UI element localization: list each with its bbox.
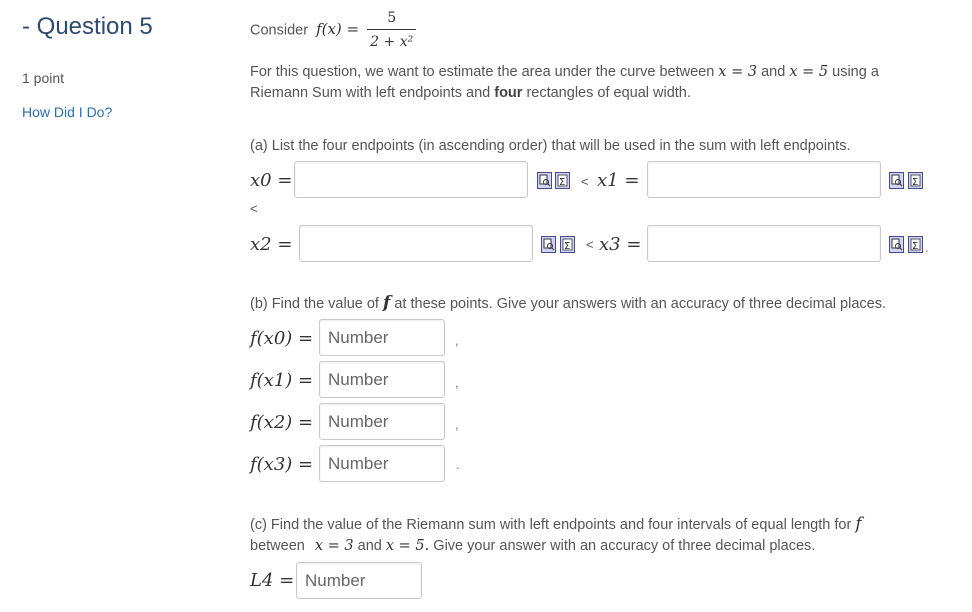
x1-input[interactable] [647, 161, 881, 198]
f-x1-input[interactable] [319, 361, 445, 398]
function-definition: Consider f(x) = 5 2 + x² [250, 8, 417, 53]
separator: , [455, 417, 459, 432]
description-text: Riemann Sum with left endpoints and [250, 85, 495, 101]
prompt-text: between [250, 538, 309, 554]
math-x-5: x = 5. [385, 538, 430, 554]
f-x3-input[interactable] [319, 445, 445, 482]
preview-icon[interactable] [541, 236, 556, 253]
function-fraction: 5 2 + x² [367, 8, 417, 53]
f-x3-label: f(x3) = [250, 454, 314, 475]
sigma-icon[interactable]: Σ [908, 236, 923, 253]
svg-text:Σ: Σ [559, 177, 565, 188]
sigma-icon[interactable]: Σ [908, 172, 923, 189]
function-denominator: 2 + x² [367, 29, 417, 53]
x0-label: x0 = [250, 170, 293, 191]
function-numerator: 5 [387, 10, 397, 26]
description-text: and [757, 64, 790, 80]
f-x0-input[interactable] [319, 319, 445, 356]
part-b-prompt: (b) Find the value of f at these points.… [250, 293, 886, 315]
preview-icon[interactable] [889, 172, 904, 189]
part-a-prompt: (a) List the four endpoints (in ascendin… [250, 138, 851, 154]
math-x-3: x = 3 [314, 538, 354, 554]
math-x-3: x = 3 [718, 64, 758, 80]
x3-input[interactable] [647, 225, 881, 262]
function-lhs: f(x) = [316, 20, 360, 39]
prompt-text: and [353, 538, 386, 554]
points-label: 1 point [22, 70, 65, 86]
period-sign: . [925, 240, 929, 255]
preview-icon[interactable] [537, 172, 552, 189]
separator: , [455, 375, 459, 390]
separator: . [456, 457, 460, 472]
prompt-text: Give your answer with an accuracy of thr… [429, 538, 816, 554]
part-c-line-2: between x = 3 and x = 5. Give your answe… [250, 536, 862, 557]
sigma-icon[interactable]: Σ [555, 172, 570, 189]
description: For this question, we want to estimate t… [250, 62, 879, 104]
sigma-icon[interactable]: Σ [560, 236, 575, 253]
description-text: using a [828, 64, 879, 80]
x3-label: x3 = [599, 234, 642, 255]
math-f: f [855, 514, 862, 534]
x1-label: x1 = [597, 170, 640, 191]
x0-input[interactable] [294, 161, 528, 198]
description-text: rectangles of equal width. [522, 85, 691, 101]
svg-text:Σ: Σ [912, 177, 918, 188]
consider-text: Consider [250, 22, 309, 39]
part-c-line-1: (c) Find the value of the Riemann sum wi… [250, 514, 862, 536]
emphasis-four: four [494, 85, 523, 101]
less-than-sign: < [250, 201, 258, 216]
part-c-prompt: (c) Find the value of the Riemann sum wi… [250, 514, 862, 557]
prompt-text: (b) Find the value of [250, 296, 383, 312]
l4-label: L4 = [250, 570, 295, 591]
x2-input[interactable] [299, 225, 533, 262]
x2-label: x2 = [250, 234, 293, 255]
description-line-2: Riemann Sum with left endpoints and four… [250, 83, 879, 104]
svg-text:Σ: Σ [912, 241, 918, 252]
math-x-5: x = 5 [789, 64, 829, 80]
svg-text:Σ: Σ [564, 241, 570, 252]
less-than-sign: < [586, 237, 594, 252]
separator: , [455, 333, 459, 348]
description-line-1: For this question, we want to estimate t… [250, 62, 879, 83]
how-did-i-do-link[interactable]: How Did I Do? [22, 104, 112, 120]
description-text: For this question, we want to estimate t… [250, 64, 719, 80]
f-x2-label: f(x2) = [250, 412, 314, 433]
preview-icon[interactable] [889, 236, 904, 253]
f-x2-input[interactable] [319, 403, 445, 440]
f-x0-label: f(x0) = [250, 328, 314, 349]
f-x1-label: f(x1) = [250, 370, 314, 391]
prompt-text: at these points. Give your answers with … [390, 296, 886, 312]
prompt-text: (c) Find the value of the Riemann sum wi… [250, 517, 856, 533]
less-than-sign: < [581, 174, 589, 189]
l4-input[interactable] [296, 562, 422, 599]
question-title: - Question 5 [22, 13, 153, 40]
